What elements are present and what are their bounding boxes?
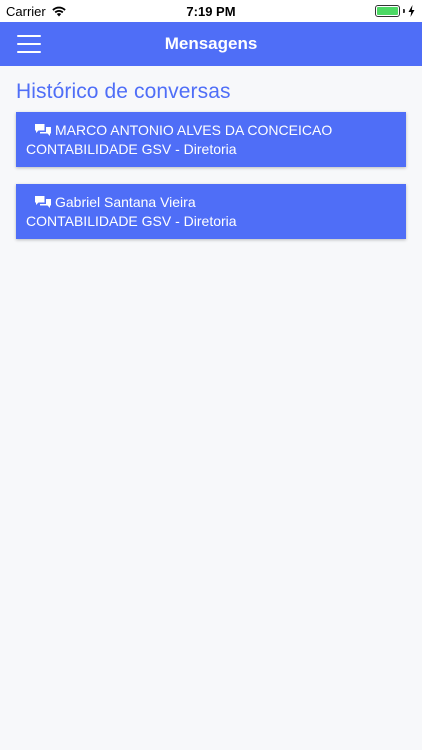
menu-line — [17, 43, 41, 45]
menu-line — [17, 35, 41, 37]
conversation-header: Gabriel Santana Vieira — [26, 193, 396, 212]
status-bar: Carrier 7:19 PM — [0, 0, 422, 22]
conversation-item[interactable]: Gabriel Santana Vieira CONTABILIDADE GSV… — [16, 184, 406, 239]
menu-line — [17, 51, 41, 53]
conversation-name: Gabriel Santana Vieira — [55, 194, 196, 210]
conversation-item[interactable]: MARCO ANTONIO ALVES DA CONCEICAO CONTABI… — [16, 112, 406, 167]
nav-bar: Mensagens — [0, 22, 422, 66]
hamburger-menu-icon[interactable] — [17, 35, 41, 53]
conversation-department: CONTABILIDADE GSV - Diretoria — [26, 141, 237, 157]
conversation-department: CONTABILIDADE GSV - Diretoria — [26, 213, 237, 229]
battery-fill — [377, 7, 398, 15]
conversation-name: MARCO ANTONIO ALVES DA CONCEICAO — [55, 122, 333, 138]
battery-icon — [375, 5, 400, 17]
conversation-header: MARCO ANTONIO ALVES DA CONCEICAO — [26, 121, 396, 140]
nav-title: Mensagens — [164, 34, 258, 53]
main-content: Histórico de conversas MARCO ANTONIO ALV… — [0, 80, 422, 239]
chat-bubbles-icon — [35, 124, 51, 136]
status-time: 7:19 PM — [186, 3, 236, 19]
page-title: Histórico de conversas — [16, 80, 231, 103]
chat-bubbles-icon — [35, 196, 51, 208]
